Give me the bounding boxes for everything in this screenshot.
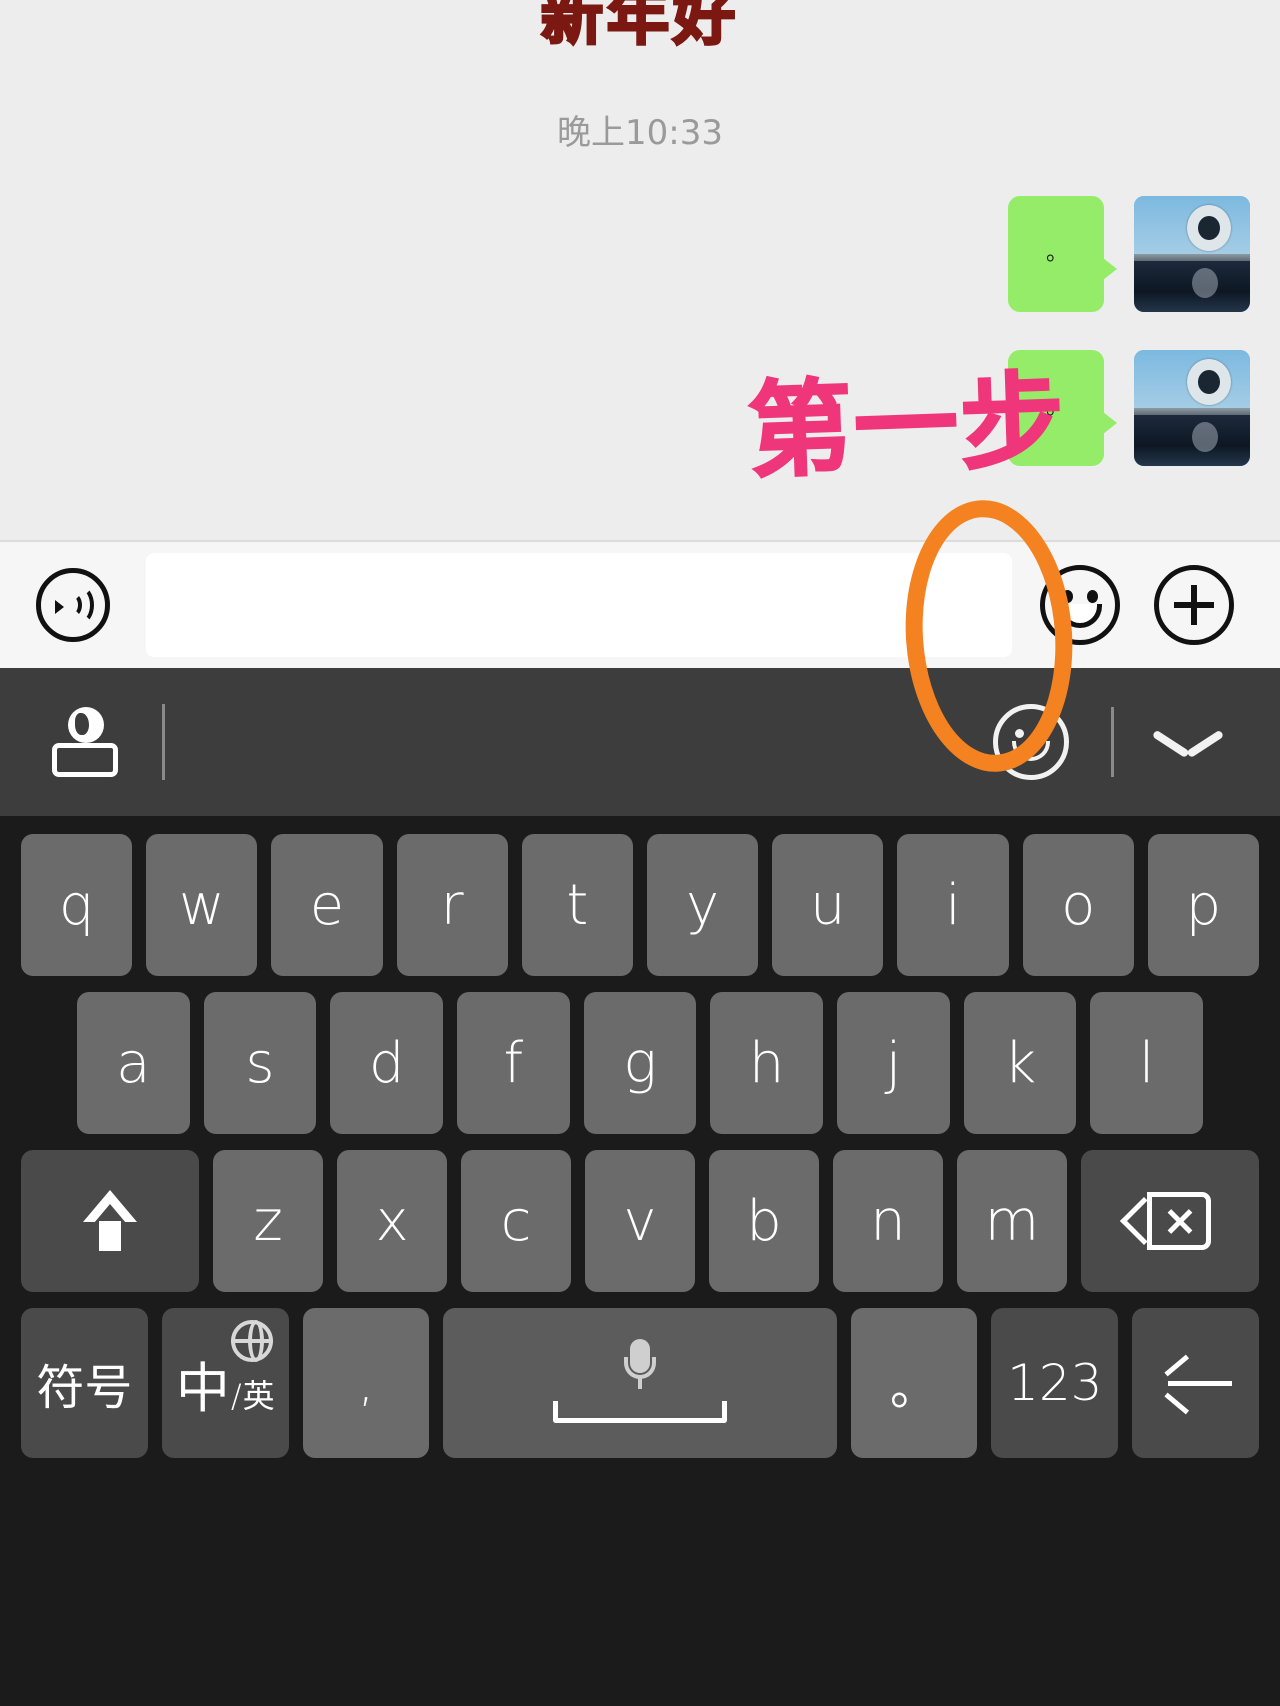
voice-input-icon[interactable] bbox=[36, 568, 110, 642]
message-bubble[interactable]: 。 bbox=[1008, 196, 1117, 312]
key-k[interactable]: k bbox=[963, 992, 1077, 1134]
key-f[interactable]: f bbox=[457, 992, 570, 1134]
enter-icon bbox=[1160, 1354, 1232, 1415]
toolbar-divider bbox=[162, 704, 165, 780]
shift-icon bbox=[83, 1190, 138, 1252]
keyboard-row-bottom: 符号 中 / 英 , 。 123 bbox=[0, 1308, 1280, 1458]
space-key-content bbox=[545, 1337, 735, 1429]
backspace-icon bbox=[1119, 1192, 1211, 1250]
voice-wave-icon bbox=[53, 585, 94, 625]
shift-key[interactable] bbox=[20, 1150, 200, 1292]
backspace-key[interactable] bbox=[1080, 1150, 1260, 1292]
avatar-reflection bbox=[1192, 267, 1218, 298]
message-row[interactable]: 。 bbox=[1008, 196, 1250, 312]
symbols-key[interactable]: 符号 bbox=[21, 1308, 148, 1458]
key-n[interactable]: n bbox=[832, 1150, 943, 1292]
keyboard-row-qwerty: q w e r t y u i o p bbox=[0, 834, 1280, 976]
key-h[interactable]: h bbox=[710, 992, 824, 1134]
language-toggle-key[interactable]: 中 / 英 bbox=[161, 1308, 289, 1458]
virtual-keyboard[interactable]: q w e r t y u i o p a s d f g h j k l z … bbox=[0, 816, 1280, 1706]
key-o[interactable]: o bbox=[1022, 834, 1134, 976]
space-underline bbox=[553, 1401, 727, 1423]
step-annotation-text: 第一步 bbox=[745, 358, 1069, 493]
key-z[interactable]: z bbox=[213, 1150, 324, 1292]
space-key[interactable] bbox=[443, 1308, 837, 1458]
message-bubble-text: 。 bbox=[1046, 241, 1069, 266]
key-j[interactable]: j bbox=[837, 992, 950, 1134]
key-e[interactable]: e bbox=[271, 834, 383, 976]
key-y[interactable]: y bbox=[647, 834, 759, 976]
language-chinese-label: 中 bbox=[175, 1356, 230, 1420]
key-t[interactable]: t bbox=[521, 834, 633, 976]
emoji-button[interactable] bbox=[1040, 565, 1120, 645]
message-input-field[interactable] bbox=[146, 553, 1012, 657]
keyboard-row-asdf: a s d f g h j k l bbox=[0, 992, 1280, 1134]
message-timestamp: 晚上10:33 bbox=[557, 113, 723, 153]
toolbar-divider bbox=[1111, 707, 1114, 777]
key-q[interactable]: q bbox=[20, 834, 133, 976]
key-m[interactable]: m bbox=[956, 1150, 1067, 1292]
key-g[interactable]: g bbox=[583, 992, 697, 1134]
numeric-key[interactable]: 123 bbox=[991, 1308, 1119, 1458]
keyboard-smiley-icon[interactable] bbox=[993, 704, 1069, 780]
language-separator: / bbox=[230, 1376, 242, 1415]
key-d[interactable]: d bbox=[330, 992, 443, 1134]
globe-icon bbox=[230, 1320, 273, 1362]
key-c[interactable]: c bbox=[461, 1150, 572, 1292]
key-v[interactable]: v bbox=[585, 1150, 695, 1292]
comma-key[interactable]: , bbox=[302, 1308, 430, 1458]
emoji-eye-right bbox=[1087, 590, 1098, 603]
plus-button[interactable] bbox=[1154, 565, 1234, 645]
avatar[interactable] bbox=[1134, 196, 1250, 312]
sticker-new-year-text: 新年好 bbox=[539, 0, 739, 55]
emoji-mouth bbox=[1058, 604, 1102, 628]
key-x[interactable]: x bbox=[337, 1150, 448, 1292]
emoji-eye-left bbox=[1062, 590, 1073, 603]
chat-message-area[interactable]: 新年好 晚上10:33 。 。 第一步 bbox=[0, 0, 1280, 540]
key-b[interactable]: b bbox=[708, 1150, 819, 1292]
key-i[interactable]: i bbox=[897, 834, 1009, 976]
key-r[interactable]: r bbox=[396, 834, 508, 976]
wechat-screen: 新年好 晚上10:33 。 。 第一步 q w e r t y u i o p … bbox=[0, 0, 1280, 1706]
key-p[interactable]: p bbox=[1147, 834, 1260, 976]
key-a[interactable]: a bbox=[76, 992, 190, 1134]
key-u[interactable]: u bbox=[772, 834, 884, 976]
language-english-label: 英 bbox=[242, 1376, 275, 1415]
avatar[interactable] bbox=[1134, 350, 1250, 466]
enter-key[interactable] bbox=[1132, 1308, 1259, 1458]
key-s[interactable]: s bbox=[203, 992, 317, 1134]
keyboard-toolbar bbox=[0, 668, 1280, 816]
chat-input-bar bbox=[0, 540, 1280, 668]
microphone-icon[interactable] bbox=[624, 1339, 656, 1389]
avatar-reflection bbox=[1192, 421, 1218, 452]
keyboard-row-zxcv: z x c v b n m bbox=[0, 1150, 1280, 1292]
key-w[interactable]: w bbox=[146, 834, 258, 976]
period-key[interactable]: 。 bbox=[850, 1308, 978, 1458]
key-l[interactable]: l bbox=[1090, 992, 1204, 1134]
chevron-down-icon[interactable] bbox=[1156, 725, 1220, 759]
globe-keyboard-icon[interactable] bbox=[52, 707, 118, 777]
